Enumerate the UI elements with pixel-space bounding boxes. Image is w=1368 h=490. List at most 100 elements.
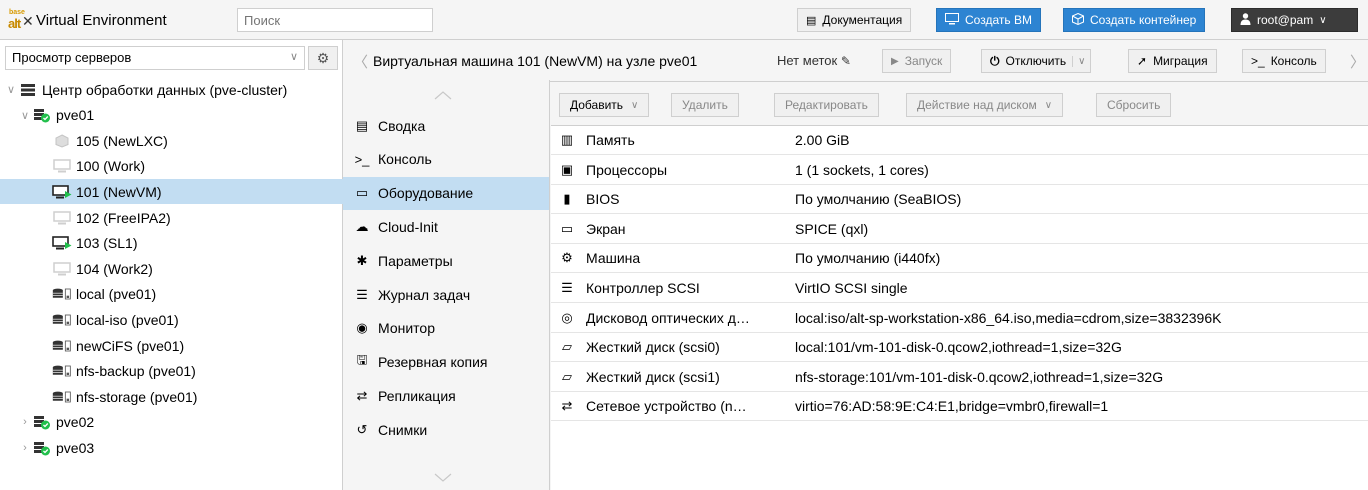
documentation-button[interactable]: ▤ Документация (797, 8, 912, 32)
history-icon: ↺ (356, 421, 368, 437)
hardware-row[interactable]: ⚙ Машина По умолчанию (i440fx) (551, 244, 1368, 274)
hardware-row[interactable]: ▥ Память 2.00 GiB (551, 126, 1368, 155)
tree-item[interactable]: › pve02 (0, 410, 343, 435)
node-online-icon (32, 440, 52, 456)
book-icon: ▤ (806, 14, 817, 27)
disk-action-button[interactable]: Действие над диском ∨ (906, 93, 1064, 117)
migrate-button[interactable]: ➚ Миграция (1128, 49, 1217, 73)
shutdown-label: Отключить (1005, 54, 1067, 68)
start-button[interactable]: ▶ Запуск (882, 49, 952, 73)
chevron-down-icon: ∨ (1319, 14, 1327, 26)
tags-area[interactable]: Нет меток ✎ (777, 53, 851, 68)
gear-button[interactable]: ⚙ (308, 46, 338, 70)
tree-item[interactable]: nfs-storage (pve01) (0, 384, 343, 409)
hardware-row[interactable]: ▱ Жесткий диск (scsi0) local:101/vm-101-di… (551, 333, 1368, 363)
tree-item[interactable]: newCiFS (pve01) (0, 333, 343, 358)
create-vm-button[interactable]: Создать ВМ (936, 8, 1041, 32)
nav-item-label: Сводка (378, 117, 426, 134)
nav-item-label: Оборудование (378, 185, 474, 202)
app-title: Virtual Environment (36, 12, 167, 29)
vm-header: 〈 Виртуальная машина 101 (NewVM) на узле… (343, 40, 1368, 82)
nav-item[interactable]: ▤ Сводка (343, 109, 549, 142)
tree-item[interactable]: ∨ Центр обработки данных (pve-cluster) (0, 77, 343, 102)
tree-item[interactable]: ∨ pve01 (0, 103, 343, 128)
scroll-up-icon[interactable] (423, 88, 463, 102)
hardware-row[interactable]: ▱ Жесткий диск (scsi1) nfs-storage:101/vm-… (551, 363, 1368, 392)
hardware-row[interactable]: ▭ Экран SPICE (qxl) (551, 215, 1368, 244)
search-input[interactable] (237, 8, 433, 32)
pencil-icon[interactable]: ✎ (841, 54, 851, 68)
tree-item[interactable]: 102 (FreeIPA2) (0, 205, 343, 230)
tree-item[interactable]: › pve03 (0, 435, 343, 460)
tree-item[interactable]: local (pve01) (0, 282, 343, 307)
nav-item-label: Резервная копия (378, 354, 488, 371)
node-online-icon (32, 107, 52, 123)
scroll-left-icon[interactable]: 〈 (353, 51, 368, 72)
hardware-value: 1 (1 sockets, 1 cores) (795, 161, 929, 178)
retweet-icon: ⇄ (356, 387, 368, 403)
nav-item-label: Параметры (378, 252, 453, 269)
revert-label: Сбросить (1107, 98, 1161, 112)
tree-item[interactable]: 101 (NewVM) (0, 179, 343, 205)
cloud-icon: ☁ (355, 218, 369, 234)
eye-icon: ◉ (356, 320, 368, 336)
create-ct-button[interactable]: Создать контейнер (1063, 8, 1206, 32)
scroll-right-icon[interactable]: 〉 (1350, 51, 1365, 72)
create-ct-label: Создать контейнер (1090, 13, 1197, 27)
hardware-row[interactable]: ⇄ Сетевое устройство (n… virtio=76:AD:58:9… (551, 392, 1368, 422)
hardware-value: local:101/vm-101-disk-0.qcow2,iothread=1… (795, 339, 1122, 356)
hardware-row[interactable]: ☰ Контроллер SCSI VirtIO SCSI single (551, 274, 1368, 303)
revert-button[interactable]: Сбросить (1096, 93, 1172, 117)
scroll-down-icon[interactable] (423, 471, 463, 485)
edit-button[interactable]: Редактировать (774, 93, 879, 117)
view-selector-label: Просмотр серверов (12, 50, 132, 65)
terminal-icon: >_ (1251, 54, 1265, 68)
tree-item-label: pve03 (56, 439, 95, 456)
desktop-icon (945, 12, 959, 28)
nav-item[interactable]: ☁ Cloud-Init (343, 210, 549, 243)
disk-action-label: Действие над диском (917, 98, 1037, 112)
logo-main-text: alt (8, 16, 21, 31)
altlinux-logo: base alt ✕ (8, 9, 34, 31)
chevron-down-icon[interactable]: ∨ (1072, 55, 1090, 67)
tree-item[interactable]: 100 (Work) (0, 154, 343, 179)
hardware-name: Машина (586, 250, 641, 267)
vm-title: Виртуальная машина 101 (NewVM) на узле p… (373, 53, 698, 69)
nav-item[interactable]: >_ Консоль (343, 143, 549, 176)
tree-item[interactable]: 104 (Work2) (0, 256, 343, 281)
hdd-icon: ▱ (562, 339, 572, 355)
top-bar: base alt ✕ Virtual Environment ▤ Докумен… (0, 0, 1368, 40)
nav-item-label: Журнал задач (378, 286, 471, 303)
hardware-row[interactable]: ▣ Процессоры 1 (1 sockets, 1 cores) (551, 156, 1368, 185)
shutdown-button[interactable]: ⏻ Отключить ∨ (981, 49, 1092, 73)
network-icon: ⇄ (561, 398, 573, 414)
user-menu-button[interactable]: root@pam ∨ (1231, 8, 1358, 32)
nav-item[interactable]: 🖫 Резервная копия (343, 346, 549, 379)
chevron-down-icon[interactable]: ∨ (18, 109, 32, 122)
tree-item[interactable]: nfs-backup (pve01) (0, 359, 343, 384)
view-selector[interactable]: Просмотр серверов ∨ (5, 46, 305, 70)
tree-item[interactable]: 103 (SL1) (0, 231, 343, 256)
tree-item[interactable]: local-iso (pve01) (0, 307, 343, 332)
nav-item[interactable]: ☰ Журнал задач (343, 278, 549, 311)
nav-item[interactable]: ⇄ Репликация (343, 379, 549, 412)
hardware-name: Жесткий диск (scsi1) (586, 368, 720, 385)
node-online-icon (32, 414, 52, 430)
chevron-down-icon[interactable]: ∨ (4, 83, 18, 96)
tree-item[interactable]: 105 (NewLXC) (0, 128, 343, 153)
chevron-right-icon[interactable]: › (18, 416, 32, 428)
remove-button[interactable]: Удалить (671, 93, 739, 117)
chevron-right-icon[interactable]: › (18, 442, 32, 454)
hardware-row[interactable]: ◎ Дисковод оптических д… local:iso/alt-sp-… (551, 304, 1368, 333)
hardware-name: Процессоры (586, 161, 668, 178)
console-button[interactable]: >_ Консоль (1242, 49, 1326, 73)
add-button[interactable]: Добавить ∨ (559, 93, 650, 117)
nav-item[interactable]: ◉ Монитор (343, 312, 549, 345)
hardware-row[interactable]: ▮ BIOS По умолчанию (SeaBIOS) (551, 185, 1368, 215)
nav-item[interactable]: ↺ Снимки (343, 413, 549, 446)
nav-item[interactable]: ▭ Оборудование (343, 176, 549, 210)
datacenter-icon (18, 83, 38, 97)
nav-item[interactable]: ✱ Параметры (343, 244, 549, 277)
vm-running-icon (52, 236, 72, 250)
bios-icon: ▮ (563, 191, 571, 207)
